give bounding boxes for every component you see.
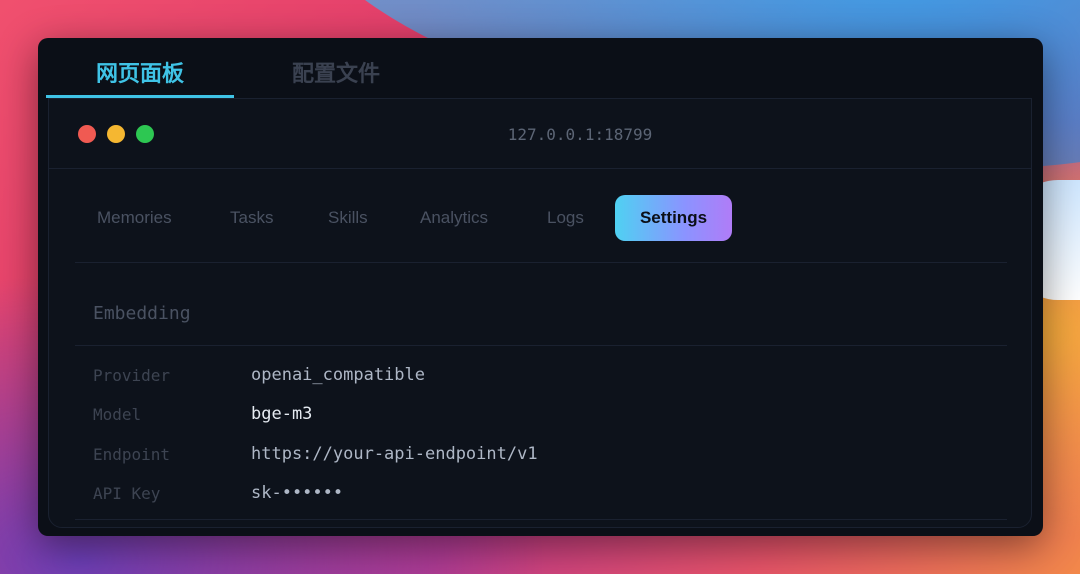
browser-titlebar: 127.0.0.1:18799 [49,99,1031,169]
bottom-divider [75,519,1007,520]
app-window: 网页面板 配置文件 127.0.0.1:18799 Memories Tasks… [38,38,1043,536]
setting-value: sk-•••••• [251,483,344,503]
nav-tab-memories[interactable]: Memories [97,195,172,241]
setting-label: Model [93,404,142,424]
browser-panel: 127.0.0.1:18799 Memories Tasks Skills An… [48,98,1032,528]
tab-config-file[interactable]: 配置文件 [246,46,426,98]
nav-tab-settings[interactable]: Settings [615,195,732,241]
setting-value: openai_compatible [251,365,425,385]
setting-label: Provider [93,365,171,385]
setting-row-provider: Provider openai_compatible [93,363,425,387]
section-title-embedding: Embedding [93,303,191,324]
setting-label: Endpoint [93,444,171,464]
setting-value: bge-m3 [251,404,313,424]
nav-tab-tasks[interactable]: Tasks [230,195,273,241]
section-divider [75,345,1007,346]
nav-tab-skills[interactable]: Skills [328,195,368,241]
setting-row-endpoint: Endpoint https://your-api-endpoint/v1 [93,442,538,466]
setting-row-model: Model bge-m3 [93,402,312,426]
setting-row-api-key: API Key sk-•••••• [93,481,343,505]
setting-label: API Key [93,483,161,503]
address-bar: 127.0.0.1:18799 [507,124,653,144]
nav-tab-analytics[interactable]: Analytics [420,195,488,241]
setting-value: https://your-api-endpoint/v1 [251,444,538,464]
top-tab-bar: 网页面板 配置文件 [46,38,1043,98]
nav-tab-logs[interactable]: Logs [547,195,584,241]
dashboard-nav: Memories Tasks Skills Analytics Logs Set… [75,191,1007,263]
tab-web-panel[interactable]: 网页面板 [46,46,234,98]
